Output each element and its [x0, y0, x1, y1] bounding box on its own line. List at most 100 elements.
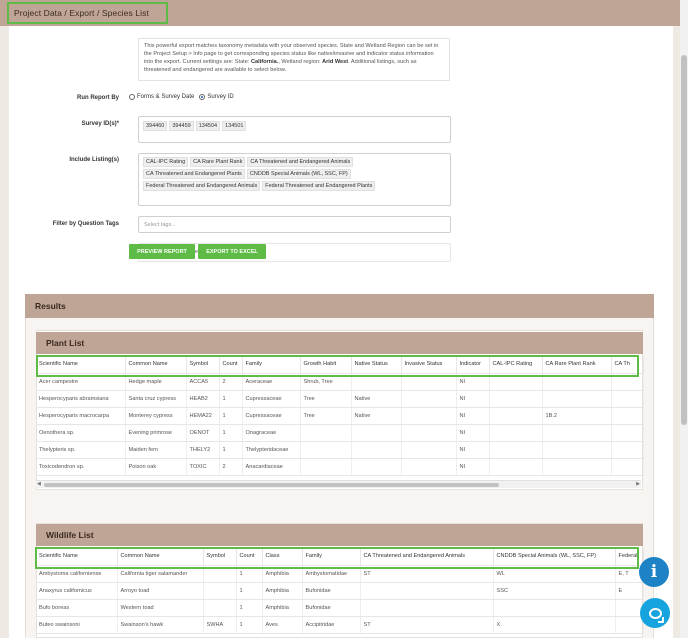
- listing-chip[interactable]: Federal Threatened and Endangered Plants: [262, 181, 376, 191]
- chat-button[interactable]: [640, 598, 670, 628]
- filter-tags-label: Filter by Question Tags: [52, 221, 119, 227]
- table-cell: [489, 458, 543, 476]
- table-cell: [401, 407, 457, 425]
- table-cell: [489, 390, 543, 408]
- column-header[interactable]: CA Threatened and Endangered Animals: [360, 548, 494, 566]
- column-header[interactable]: Family: [302, 548, 361, 566]
- table-cell: Buteo swainsoni: [36, 616, 118, 634]
- radio-survey-id[interactable]: Survey ID: [199, 94, 234, 100]
- column-header[interactable]: Common Name: [125, 356, 187, 374]
- survey-id-chip[interactable]: 134504: [195, 121, 221, 131]
- table-cell: 1: [219, 390, 243, 408]
- table-cell: Bufonidae: [302, 582, 361, 600]
- table-cell: [351, 373, 402, 391]
- column-header[interactable]: Symbol: [186, 356, 220, 374]
- page-scrollbar[interactable]: [680, 0, 688, 638]
- table-cell: Anacardiaceae: [242, 458, 301, 476]
- table-cell: [542, 373, 612, 391]
- table-cell: NI: [456, 407, 490, 425]
- table-cell: Native: [351, 390, 402, 408]
- run-report-label: Run Report By: [77, 95, 119, 101]
- column-header[interactable]: Count: [236, 548, 263, 566]
- info-button[interactable]: i: [639, 557, 669, 587]
- table-cell: ST: [360, 565, 494, 583]
- tags-placeholder: Select tags...: [144, 222, 176, 228]
- table-cell: [542, 390, 612, 408]
- column-header[interactable]: Native Status: [351, 356, 402, 374]
- table-cell: [360, 599, 494, 617]
- survey-id-input[interactable]: 394460 394459 134504 134501: [138, 116, 451, 143]
- table-cell: Western toad: [117, 599, 204, 617]
- listing-chip[interactable]: CA Rare Plant Rank: [190, 157, 246, 167]
- survey-id-label: Survey ID(s)*: [81, 121, 119, 127]
- column-header[interactable]: Count: [219, 356, 243, 374]
- column-header[interactable]: Class: [262, 548, 303, 566]
- table-cell: 2: [219, 458, 243, 476]
- table-cell: 1: [236, 599, 263, 617]
- intro-state: California.: [250, 59, 279, 66]
- column-header[interactable]: Scientific Name: [36, 548, 118, 566]
- export-excel-button[interactable]: EXPORT TO EXCEL: [198, 244, 266, 259]
- scroll-left-icon[interactable]: ◀: [37, 481, 41, 487]
- survey-id-chip[interactable]: 394459: [169, 121, 194, 131]
- radio-forms-survey-date[interactable]: Forms & Survey Date: [129, 94, 194, 100]
- column-header[interactable]: Growth Habit: [300, 356, 352, 374]
- table-cell: NI: [456, 441, 490, 459]
- radio-label: Survey ID: [207, 94, 234, 100]
- table-cell: [401, 390, 457, 408]
- table-cell: 1: [219, 424, 243, 442]
- column-header[interactable]: Symbol: [203, 548, 237, 566]
- column-header[interactable]: CAL-IPC Rating: [489, 356, 543, 374]
- page-scrollbar-thumb[interactable]: [681, 55, 687, 425]
- radio-label: Forms & Survey Date: [137, 94, 195, 100]
- table-cell: California tiger salamander: [117, 565, 204, 583]
- run-report-radio-group: Forms & Survey Date Survey ID: [129, 94, 234, 100]
- table-row: Anaxyrus californicus Arroyo toad 1 Amphibi…: [36, 582, 644, 600]
- table-cell: Anaxyrus californicus: [36, 582, 118, 600]
- column-header[interactable]: Invasive Status: [401, 356, 457, 374]
- table-cell: [611, 458, 644, 476]
- tags-select[interactable]: Select tags...: [138, 216, 451, 233]
- listing-chip[interactable]: CA Threatened and Endangered Plants: [143, 169, 245, 179]
- table-cell: THELY2: [186, 441, 220, 459]
- table-cell: ACCA5: [186, 373, 220, 391]
- column-header[interactable]: Common Name: [117, 548, 204, 566]
- table-cell: Tree: [300, 407, 352, 425]
- survey-id-chip[interactable]: 394460: [143, 121, 168, 131]
- column-header[interactable]: Federal: [615, 548, 644, 566]
- radio-unchecked-icon: [129, 94, 135, 100]
- table-cell: WL: [493, 565, 616, 583]
- column-header[interactable]: CA Rare Plant Rank: [542, 356, 612, 374]
- table-row: Bufo boreas Western toad 1 Amphibia Bufonida…: [36, 599, 644, 617]
- listing-chip[interactable]: CNDDB Special Animals (WL, SSC, FP): [246, 169, 351, 179]
- table-cell: Bufo boreas: [36, 599, 118, 617]
- preview-report-button[interactable]: PREVIEW REPORT: [129, 244, 195, 259]
- table-cell: [489, 441, 543, 459]
- scroll-right-icon[interactable]: ▶: [636, 481, 640, 487]
- table-cell: HEMA22: [186, 407, 220, 425]
- plant-horizontal-scrollbar[interactable]: ◀ ▶: [36, 480, 641, 488]
- table-row: Oenothera sp. Evening primrose OENOT 1 Onagr…: [36, 424, 644, 442]
- column-header[interactable]: Family: [242, 356, 301, 374]
- column-header[interactable]: Scientific Name: [36, 356, 126, 374]
- table-cell: Amphibia: [262, 565, 303, 583]
- survey-id-chip[interactable]: 134501: [222, 121, 247, 131]
- table-cell: NI: [456, 390, 490, 408]
- intro-part: , Wetland region:: [278, 59, 323, 66]
- table-cell: Toxicodendron sp.: [36, 458, 126, 476]
- column-header[interactable]: CNDDB Special Animals (WL, SSC, FP): [493, 548, 616, 566]
- breadcrumb: Project Data / Export / Species List: [7, 2, 168, 24]
- table-cell: [611, 390, 644, 408]
- table-cell: 1B.2: [542, 407, 612, 425]
- listing-chip[interactable]: Federal Threatened and Endangered Animal…: [143, 181, 261, 191]
- listing-chip[interactable]: CA Threatened and Endangered Animals: [247, 157, 354, 167]
- table-cell: ST: [360, 616, 494, 634]
- listing-chip[interactable]: CAL-IPC Rating: [143, 157, 189, 167]
- page-header: Project Data / Export / Species List: [0, 0, 680, 26]
- column-header[interactable]: CA Th: [611, 356, 644, 374]
- scrollbar-thumb[interactable]: [44, 483, 499, 487]
- column-header[interactable]: Indicator: [456, 356, 490, 374]
- table-cell: [401, 373, 457, 391]
- listings-select[interactable]: CAL-IPC Rating CA Rare Plant Rank CA Threa…: [138, 153, 451, 206]
- table-header-row: Scientific Name Common Name Symbol Count Cla…: [36, 548, 644, 566]
